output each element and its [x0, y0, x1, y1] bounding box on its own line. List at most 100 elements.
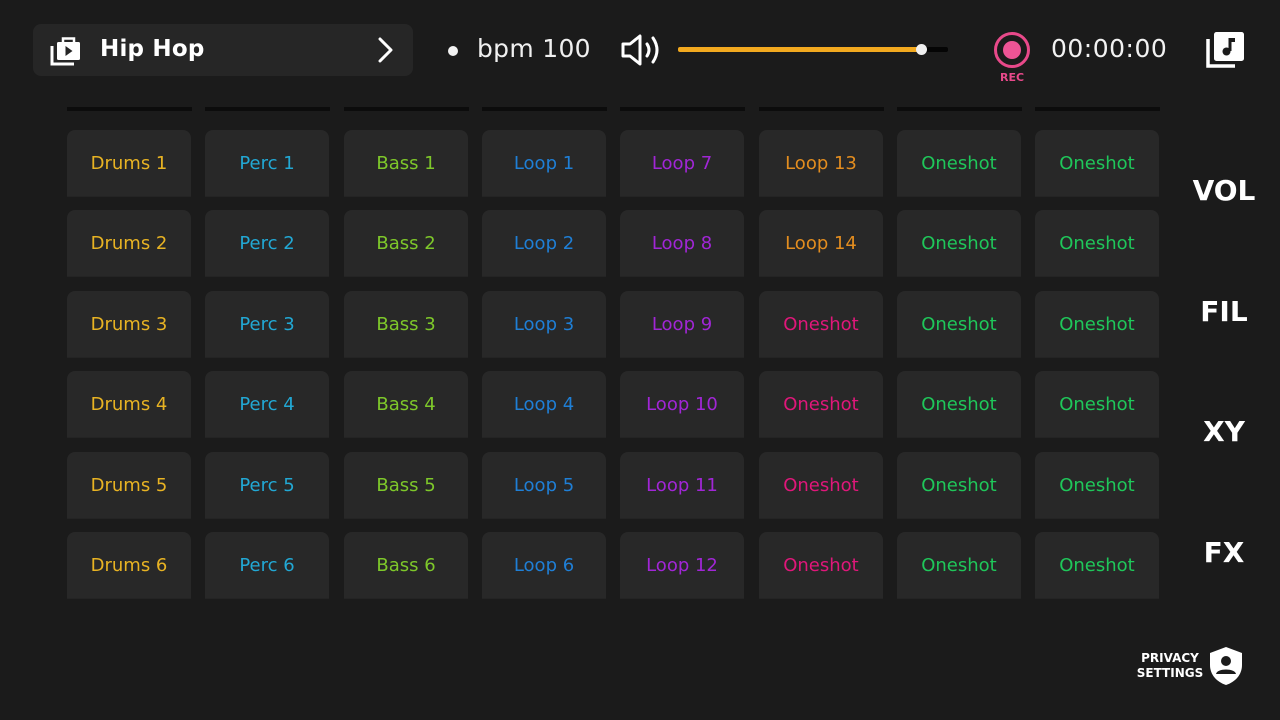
- sound-pad-label: Loop 12: [646, 555, 718, 576]
- sound-pad[interactable]: Oneshot: [897, 532, 1021, 599]
- recording-timer: 00:00:00: [1051, 34, 1168, 63]
- sound-pad-label: Loop 7: [651, 153, 713, 174]
- sound-pad-label: Perc 4: [239, 394, 295, 415]
- sound-pad-label: Drums 4: [90, 394, 168, 415]
- record-button[interactable]: REC: [993, 31, 1031, 87]
- bpm-display[interactable]: bpm 100: [477, 34, 591, 63]
- volume-slider[interactable]: [678, 40, 948, 60]
- sound-pad[interactable]: Perc 4: [205, 371, 329, 438]
- sound-pad[interactable]: Bass 2: [344, 210, 468, 277]
- music-library-icon[interactable]: [1205, 31, 1245, 69]
- sound-pad[interactable]: Bass 1: [344, 130, 468, 197]
- shield-user-icon: [1210, 647, 1242, 685]
- sound-pad[interactable]: Oneshot: [897, 291, 1021, 358]
- sound-pad-label: Oneshot: [1059, 394, 1135, 415]
- sound-pad[interactable]: Oneshot: [897, 210, 1021, 277]
- sound-pad-label: Drums 1: [90, 153, 168, 174]
- side-menu-fx-button[interactable]: FX: [1174, 536, 1274, 569]
- sound-pad-label: Oneshot: [783, 314, 859, 335]
- sound-pad-label: Perc 5: [239, 475, 295, 496]
- sound-pad-label: Oneshot: [783, 475, 859, 496]
- sound-pad[interactable]: Drums 2: [67, 210, 191, 277]
- sound-pad[interactable]: Oneshot: [1035, 130, 1159, 197]
- sound-pad-label: Drums 6: [90, 555, 168, 576]
- sound-pad[interactable]: Oneshot: [759, 371, 883, 438]
- sound-pad[interactable]: Loop 12: [620, 532, 744, 599]
- sound-pad[interactable]: Loop 2: [482, 210, 606, 277]
- sound-pad[interactable]: Loop 11: [620, 452, 744, 519]
- sound-pad[interactable]: Loop 8: [620, 210, 744, 277]
- side-menu-fil-button[interactable]: FIL: [1174, 295, 1274, 328]
- column-progress-bar: [759, 107, 884, 111]
- sound-pad[interactable]: Loop 13: [759, 130, 883, 197]
- sound-pad-label: Oneshot: [921, 153, 997, 174]
- sound-pad[interactable]: Oneshot: [1035, 452, 1159, 519]
- sound-pad[interactable]: Perc 3: [205, 291, 329, 358]
- speaker-volume-icon[interactable]: [620, 33, 664, 67]
- sound-pad[interactable]: Bass 4: [344, 371, 468, 438]
- sound-pad[interactable]: Perc 6: [205, 532, 329, 599]
- sound-pad[interactable]: Perc 5: [205, 452, 329, 519]
- sound-pad[interactable]: Oneshot: [1035, 371, 1159, 438]
- record-icon-core: [1003, 41, 1021, 59]
- top-bar: Hip Hop bpm 100 REC 00:00:00: [0, 0, 1280, 100]
- volume-slider-fill: [678, 47, 921, 52]
- sound-pad[interactable]: Bass 3: [344, 291, 468, 358]
- privacy-settings-label: PRIVACY SETTINGS: [1136, 651, 1204, 681]
- sound-pad[interactable]: Loop 9: [620, 291, 744, 358]
- sound-pad[interactable]: Loop 1: [482, 130, 606, 197]
- sound-pad[interactable]: Bass 5: [344, 452, 468, 519]
- sound-pad-label: Oneshot: [1059, 314, 1135, 335]
- sound-pad[interactable]: Oneshot: [897, 371, 1021, 438]
- column-progress-bar: [67, 107, 192, 111]
- privacy-settings-button[interactable]: PRIVACY SETTINGS: [1136, 645, 1246, 687]
- sound-pad[interactable]: Drums 3: [67, 291, 191, 358]
- sound-pad-label: Oneshot: [921, 555, 997, 576]
- sound-pad-label: Oneshot: [1059, 153, 1135, 174]
- side-menu-xy-button[interactable]: XY: [1174, 415, 1274, 448]
- sound-pad[interactable]: Drums 4: [67, 371, 191, 438]
- sound-pad[interactable]: Drums 1: [67, 130, 191, 197]
- sound-pad[interactable]: Loop 7: [620, 130, 744, 197]
- chevron-right-icon[interactable]: [375, 37, 397, 63]
- sound-pad[interactable]: Oneshot: [1035, 532, 1159, 599]
- sound-pad-label: Loop 2: [513, 233, 575, 254]
- sound-pad[interactable]: Loop 10: [620, 371, 744, 438]
- music-bag-play-icon: [50, 37, 80, 66]
- genre-title: Hip Hop: [100, 36, 205, 62]
- sound-pad[interactable]: Bass 6: [344, 532, 468, 599]
- sound-pad[interactable]: Oneshot: [897, 452, 1021, 519]
- sound-pad[interactable]: Drums 5: [67, 452, 191, 519]
- sound-pad-label: Loop 11: [646, 475, 718, 496]
- sound-pad-label: Oneshot: [921, 475, 997, 496]
- sound-pad[interactable]: Loop 6: [482, 532, 606, 599]
- sound-pad[interactable]: Loop 3: [482, 291, 606, 358]
- column-progress-bar: [482, 107, 607, 111]
- sound-pad[interactable]: Perc 1: [205, 130, 329, 197]
- sound-pad[interactable]: Loop 14: [759, 210, 883, 277]
- sound-pad-label: Bass 3: [376, 314, 436, 335]
- sound-pad[interactable]: Loop 5: [482, 452, 606, 519]
- sound-pad[interactable]: Loop 4: [482, 371, 606, 438]
- sound-pad-label: Bass 5: [376, 475, 436, 496]
- sound-pad[interactable]: Oneshot: [897, 130, 1021, 197]
- sound-pad[interactable]: Oneshot: [1035, 210, 1159, 277]
- side-menu-vol-button[interactable]: VOL: [1174, 174, 1274, 207]
- sound-pad[interactable]: Oneshot: [759, 532, 883, 599]
- sound-pad-label: Drums 3: [90, 314, 168, 335]
- column-progress-bar: [1035, 107, 1160, 111]
- sound-pad[interactable]: Perc 2: [205, 210, 329, 277]
- sound-pad-label: Oneshot: [1059, 475, 1135, 496]
- sound-pad[interactable]: Oneshot: [1035, 291, 1159, 358]
- sound-pad[interactable]: Oneshot: [759, 452, 883, 519]
- volume-slider-thumb[interactable]: [916, 44, 927, 55]
- sound-pad-label: Loop 6: [513, 555, 575, 576]
- sound-pad-label: Loop 13: [785, 153, 857, 174]
- sound-pad-label: Drums 2: [90, 233, 168, 254]
- sound-pad-label: Loop 5: [513, 475, 575, 496]
- sound-pad[interactable]: Oneshot: [759, 291, 883, 358]
- column-progress-bars: [67, 107, 1160, 111]
- sound-pad-label: Loop 9: [651, 314, 713, 335]
- sound-pad[interactable]: Drums 6: [67, 532, 191, 599]
- genre-selector-button[interactable]: Hip Hop: [33, 24, 413, 76]
